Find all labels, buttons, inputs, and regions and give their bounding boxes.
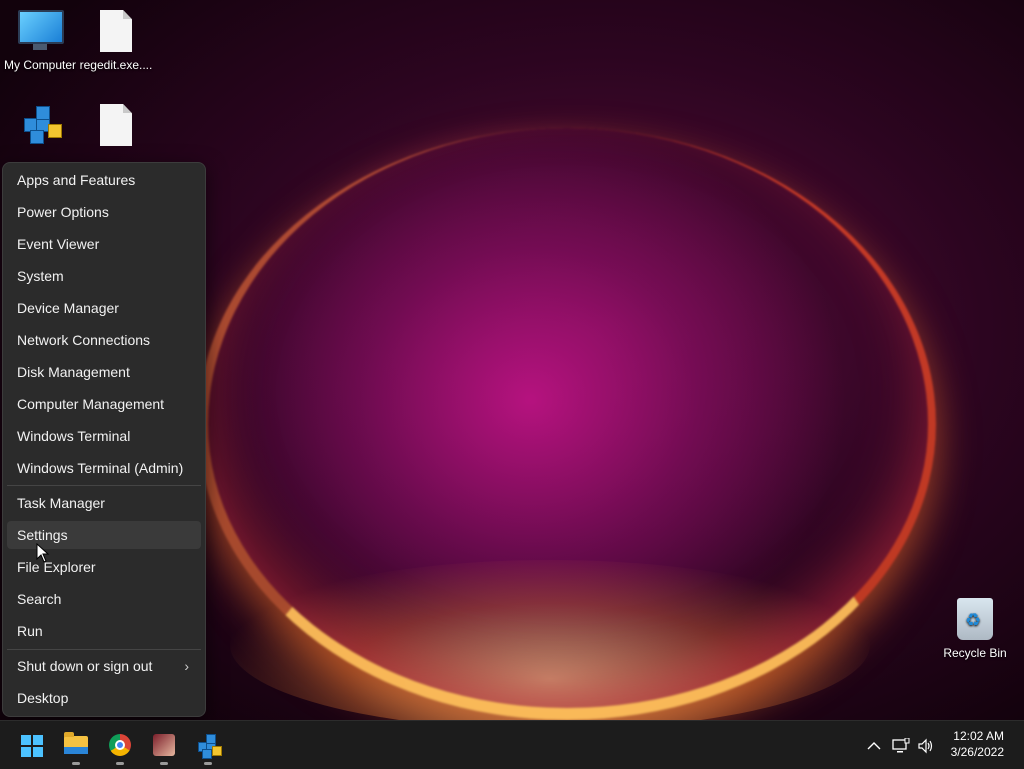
running-indicator bbox=[116, 762, 124, 765]
desktop-icon-label: My Computer bbox=[3, 58, 77, 72]
start-button[interactable] bbox=[12, 725, 52, 765]
menu-item-label: Shut down or sign out bbox=[17, 658, 153, 674]
chevron-right-icon: › bbox=[184, 658, 189, 674]
clock-time: 12:02 AM bbox=[953, 729, 1004, 743]
power-user-menu: Apps and Features Power Options Event Vi… bbox=[2, 162, 206, 717]
taskbar-chrome[interactable] bbox=[100, 725, 140, 765]
menu-item-desktop[interactable]: Desktop bbox=[7, 684, 201, 712]
taskbar-clock[interactable]: 12:02 AM 3/26/2022 bbox=[951, 728, 1004, 760]
document-icon bbox=[94, 10, 138, 54]
windows-start-icon bbox=[21, 735, 43, 757]
monitor-icon bbox=[18, 10, 64, 54]
menu-item-search[interactable]: Search bbox=[7, 585, 201, 613]
menu-item-windows-terminal-admin[interactable]: Windows Terminal (Admin) bbox=[7, 454, 201, 482]
regedit-icon bbox=[197, 734, 222, 759]
menu-separator bbox=[7, 485, 201, 486]
chrome-icon bbox=[109, 734, 131, 756]
taskbar-file-explorer[interactable] bbox=[56, 725, 96, 765]
document-icon bbox=[94, 104, 138, 148]
recycle-bin-icon: ♻ bbox=[953, 598, 997, 642]
desktop-icon-my-computer[interactable]: My Computer bbox=[0, 10, 80, 72]
menu-item-computer-management[interactable]: Computer Management bbox=[7, 390, 201, 418]
folder-icon bbox=[64, 732, 88, 754]
desktop-icon-regedit-app[interactable] bbox=[2, 104, 82, 152]
desktop-icon-label: Recycle Bin bbox=[943, 646, 1007, 660]
clock-date: 3/26/2022 bbox=[950, 745, 1004, 759]
desktop-icon-recycle-bin[interactable]: ♻ Recycle Bin bbox=[935, 598, 1015, 660]
menu-item-task-manager[interactable]: Task Manager bbox=[7, 489, 201, 517]
network-icon[interactable] bbox=[892, 721, 912, 769]
menu-item-system[interactable]: System bbox=[7, 262, 201, 290]
menu-item-apps-and-features[interactable]: Apps and Features bbox=[7, 166, 201, 194]
menu-item-device-manager[interactable]: Device Manager bbox=[7, 294, 201, 322]
running-indicator bbox=[72, 762, 80, 765]
menu-item-disk-management[interactable]: Disk Management bbox=[7, 358, 201, 386]
menu-item-network-connections[interactable]: Network Connections bbox=[7, 326, 201, 354]
menu-item-shut-down-or-sign-out[interactable]: Shut down or sign out › bbox=[7, 652, 201, 680]
chevron-up-icon bbox=[867, 742, 881, 750]
desktop-icon-regedit-file[interactable]: regedit.exe.... bbox=[76, 10, 156, 72]
taskbar-regedit[interactable] bbox=[188, 725, 228, 765]
desktop-icon-file-2[interactable] bbox=[76, 104, 156, 152]
running-indicator bbox=[204, 762, 212, 765]
wallpaper-arc bbox=[198, 128, 936, 720]
volume-icon[interactable] bbox=[917, 721, 937, 769]
show-hidden-icons-button[interactable] bbox=[864, 721, 884, 769]
menu-item-power-options[interactable]: Power Options bbox=[7, 198, 201, 226]
regedit-icon bbox=[20, 104, 64, 148]
desktop-icon-label: regedit.exe.... bbox=[79, 58, 153, 72]
taskbar: 12:02 AM 3/26/2022 bbox=[0, 720, 1024, 769]
menu-item-windows-terminal[interactable]: Windows Terminal bbox=[7, 422, 201, 450]
menu-item-event-viewer[interactable]: Event Viewer bbox=[7, 230, 201, 258]
running-indicator bbox=[160, 762, 168, 765]
menu-separator bbox=[7, 649, 201, 650]
menu-item-run[interactable]: Run bbox=[7, 617, 201, 645]
app-avatar-icon bbox=[153, 734, 175, 756]
taskbar-app[interactable] bbox=[144, 725, 184, 765]
